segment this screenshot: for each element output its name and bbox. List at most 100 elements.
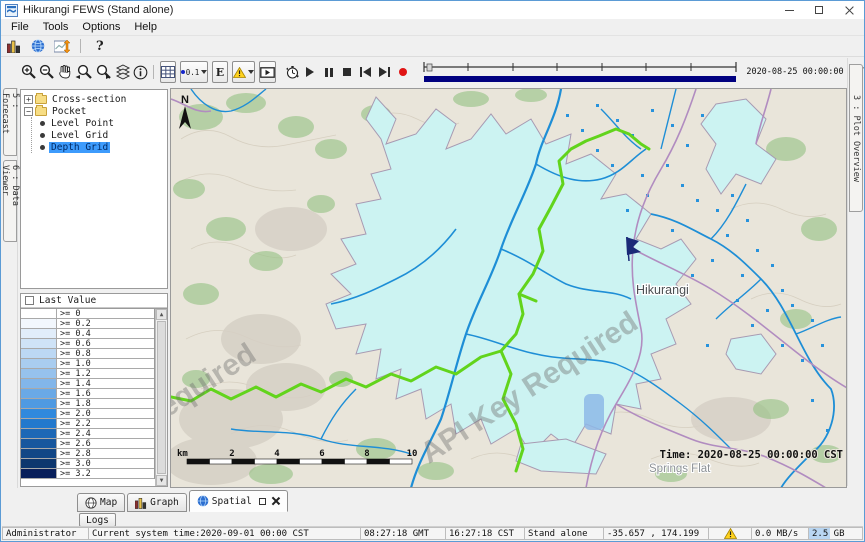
zoom-previous-icon[interactable] bbox=[75, 61, 93, 83]
warning-dropdown[interactable] bbox=[232, 61, 255, 83]
town-label: Hikurangi bbox=[636, 283, 689, 297]
tab-spatial[interactable]: Spatial bbox=[189, 490, 288, 512]
status-cell-7: 0.0 MB/s bbox=[752, 527, 809, 540]
skip-back-icon[interactable] bbox=[359, 63, 372, 81]
legend-label: >= 0.8 bbox=[57, 349, 91, 358]
svg-text:10: 10 bbox=[407, 449, 418, 459]
bottom-tab-bar: Map Graph Spatial bbox=[2, 488, 863, 512]
legend-label: >= 0.2 bbox=[57, 319, 91, 328]
chart-icon bbox=[135, 497, 147, 509]
legend-list: >= 0>= 0.2>= 0.4>= 0.6>= 0.8>= 1.0>= 1.2… bbox=[21, 308, 167, 486]
grid-icon[interactable] bbox=[160, 61, 176, 83]
timer-icon[interactable] bbox=[285, 61, 300, 83]
layers-icon[interactable] bbox=[115, 61, 131, 83]
maximize-icon[interactable] bbox=[804, 1, 834, 19]
tab-forecast[interactable]: 5 : Forecast bbox=[3, 88, 17, 156]
info-icon[interactable] bbox=[133, 61, 148, 83]
menu-options[interactable]: Options bbox=[75, 21, 127, 33]
legend-swatch bbox=[21, 389, 57, 398]
main-area: 5 : Forecast 6 : Data Viewer + Cross-sec… bbox=[2, 88, 863, 488]
minimize-icon[interactable] bbox=[774, 1, 804, 19]
legend-label: >= 1.4 bbox=[57, 379, 91, 388]
tab-data-viewer[interactable]: 6 : Data Viewer bbox=[3, 160, 17, 242]
left-panel: + Cross-section − Pocket Level Point bbox=[18, 88, 170, 488]
logs-button[interactable]: Logs bbox=[79, 513, 116, 527]
tree-node-level-point[interactable]: Level Point bbox=[34, 117, 166, 129]
tree-node-level-grid[interactable]: Level Grid bbox=[34, 129, 166, 141]
pause-icon[interactable] bbox=[322, 63, 335, 81]
tab-plot-overview[interactable]: 3 : Plot Overview bbox=[849, 64, 863, 212]
legend-row: >= 0 bbox=[21, 309, 154, 319]
scroll-down-icon[interactable]: ▼ bbox=[156, 475, 167, 486]
interval-value: 0.1 bbox=[186, 68, 200, 77]
help-button[interactable]: ? bbox=[90, 39, 110, 54]
timeline-slider[interactable] bbox=[421, 59, 739, 85]
legend-swatch bbox=[21, 359, 57, 368]
statistics-icon[interactable] bbox=[5, 38, 23, 54]
stop-icon[interactable] bbox=[341, 63, 354, 81]
tree-node-pocket[interactable]: − Pocket bbox=[22, 105, 166, 117]
close-icon[interactable] bbox=[834, 1, 864, 19]
bullet-icon bbox=[40, 121, 45, 126]
label-toggle-letter: E bbox=[216, 66, 224, 79]
globe-icon bbox=[85, 497, 97, 509]
globe-icon bbox=[197, 495, 209, 507]
menu-bar: FileToolsOptionsHelp bbox=[1, 19, 864, 36]
status-cell-1: Current system time:2020-09-01 00:00 CST bbox=[89, 527, 361, 540]
legend-row: >= 2.0 bbox=[21, 409, 154, 419]
legend-row: >= 2.8 bbox=[21, 449, 154, 459]
tab-close-icon[interactable] bbox=[272, 497, 280, 505]
app-logo-icon bbox=[5, 4, 18, 17]
status-bar: AdministratorCurrent system time:2020-09… bbox=[2, 526, 863, 540]
scrollbar-thumb[interactable] bbox=[157, 321, 166, 474]
menu-help[interactable]: Help bbox=[127, 21, 164, 33]
label-toggle[interactable]: E bbox=[212, 61, 227, 83]
app-window: Hikurangi FEWS (Stand alone) FileToolsOp… bbox=[0, 0, 865, 542]
legend-scrollbar[interactable]: ▲ ▼ bbox=[155, 309, 167, 486]
tab-graph[interactable]: Graph bbox=[127, 493, 187, 512]
collapse-icon[interactable]: − bbox=[24, 107, 33, 116]
legend-row: >= 3.2 bbox=[21, 469, 154, 479]
right-tab-strip: 3 : Plot Overview bbox=[847, 58, 863, 486]
legend-label: >= 2.0 bbox=[57, 409, 91, 418]
tree-node-cross-section[interactable]: + Cross-section bbox=[22, 93, 166, 105]
tree-node-depth-grid[interactable]: Depth Grid bbox=[34, 141, 166, 153]
legend-swatch bbox=[21, 449, 57, 458]
legend-label: >= 1.6 bbox=[57, 389, 91, 398]
zoom-out-icon[interactable] bbox=[39, 61, 55, 83]
tab-restore-icon[interactable] bbox=[259, 498, 266, 505]
last-value-label: Last Value bbox=[39, 295, 96, 306]
menu-tools[interactable]: Tools bbox=[36, 21, 76, 33]
title-bar: Hikurangi FEWS (Stand alone) bbox=[1, 1, 864, 19]
skip-forward-icon[interactable] bbox=[378, 63, 391, 81]
legend-row: >= 1.8 bbox=[21, 399, 154, 409]
legend-swatch bbox=[21, 409, 57, 418]
svg-text:km: km bbox=[177, 449, 188, 459]
legend-row: >= 2.2 bbox=[21, 419, 154, 429]
timeseries-icon[interactable] bbox=[53, 38, 71, 54]
legend-row: >= 0.4 bbox=[21, 329, 154, 339]
globe-icon[interactable] bbox=[29, 38, 47, 54]
zoom-in-icon[interactable] bbox=[21, 61, 37, 83]
expand-icon[interactable]: + bbox=[24, 95, 33, 104]
last-value-checkbox[interactable] bbox=[25, 296, 34, 305]
record-icon[interactable] bbox=[397, 63, 410, 81]
play-icon[interactable] bbox=[304, 63, 317, 81]
legend-row: >= 2.4 bbox=[21, 429, 154, 439]
bullet-icon bbox=[40, 133, 45, 138]
interval-dropdown[interactable]: 0.1 bbox=[180, 61, 209, 83]
scroll-up-icon[interactable]: ▲ bbox=[156, 309, 167, 320]
legend-swatch bbox=[21, 329, 57, 338]
legend-row: >= 1.6 bbox=[21, 389, 154, 399]
map-viewport[interactable]: API Key Required API Key Required Hikura… bbox=[170, 88, 847, 488]
zoom-next-icon[interactable] bbox=[95, 61, 113, 83]
pan-icon[interactable] bbox=[57, 61, 73, 83]
menu-file[interactable]: File bbox=[4, 21, 36, 33]
main-toolbar: ? bbox=[1, 36, 864, 56]
status-cell-3: 16:27:18 CST bbox=[446, 527, 525, 540]
animate-icon[interactable] bbox=[259, 61, 276, 83]
window-title: Hikurangi FEWS (Stand alone) bbox=[23, 4, 173, 16]
legend-row: >= 1.2 bbox=[21, 369, 154, 379]
tab-map[interactable]: Map bbox=[77, 493, 125, 512]
legend-swatch bbox=[21, 319, 57, 328]
